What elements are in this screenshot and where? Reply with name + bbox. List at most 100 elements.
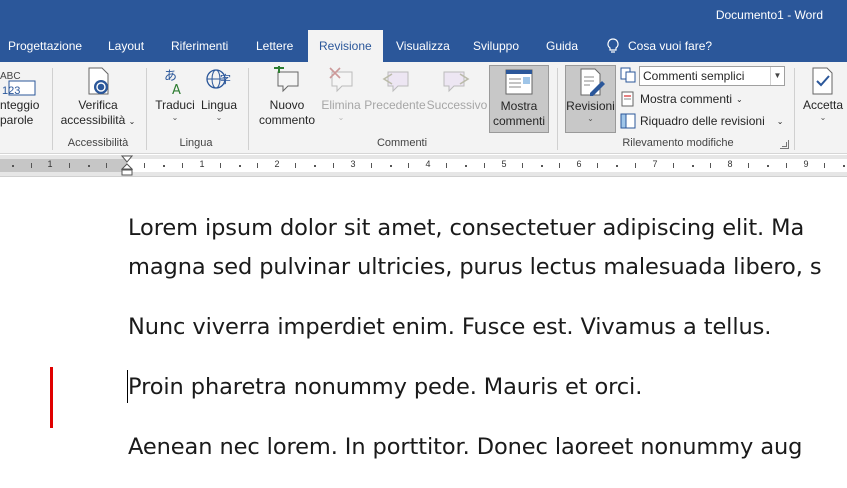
show-markup-button[interactable]: Mostra commenti ⌄ (620, 91, 743, 107)
accept-button[interactable]: Accetta ⌄ (800, 66, 846, 123)
translate-label: Traduci (155, 98, 195, 112)
next-comment-button[interactable]: Successivo (426, 66, 488, 113)
chevron-down-icon: ▼ (770, 67, 784, 85)
paragraph[interactable]: Nunc viverra imperdiet enim. Fusce est. … (128, 308, 771, 346)
ruler-tick (371, 163, 372, 168)
abc-label: ABC (0, 71, 21, 82)
paragraph-line[interactable]: magna sed pulvinar ultricies, purus lect… (128, 248, 822, 286)
ruler-number: 7 (652, 159, 658, 169)
tab-visualizza[interactable]: Visualizza (396, 30, 450, 62)
word-count-button[interactable]: ABC 123 nteggio parole (0, 66, 44, 128)
accessibility-check-icon (88, 67, 109, 95)
ruler-tick (408, 163, 409, 168)
ruler-number: 3 (350, 159, 356, 169)
tab-lettere[interactable]: Lettere (256, 30, 293, 62)
group-label-language: Lingua (179, 137, 213, 149)
tab-layout[interactable]: Layout (108, 30, 144, 62)
ruler-margin (0, 159, 127, 172)
ruler-number: 6 (576, 159, 582, 169)
reviewing-pane-button[interactable]: Riquadro delle revisioni ⌄ (620, 113, 783, 129)
ruler-tick (843, 165, 845, 167)
ruler-tick (314, 165, 316, 167)
show-markup-label: Mostra commenti (640, 92, 733, 106)
tab-revisione[interactable]: Revisione (308, 30, 383, 62)
chevron-down-icon: ⌄ (736, 94, 743, 104)
title-separator: - (787, 8, 792, 22)
chevron-down-icon: ⌄ (215, 113, 223, 122)
ruler-text-area (127, 159, 847, 172)
ruler-tick (484, 163, 485, 168)
new-comment-icon (274, 66, 299, 93)
ruler-tick (522, 163, 523, 168)
ruler-tick (635, 163, 636, 168)
horizontal-ruler[interactable]: 1 1 2 3 4 5 6 7 8 9 (0, 155, 847, 177)
ruler-number: 1 (199, 159, 205, 169)
track-changes-icon (580, 68, 605, 96)
ruler-tick (692, 165, 694, 167)
tab-riferimenti[interactable]: Riferimenti (171, 30, 228, 62)
accessibility-label-2: accessibilità ⌄ (60, 113, 136, 127)
reviewing-pane-icon (620, 113, 636, 129)
ruler-tick (748, 163, 749, 168)
tell-me-label: Cosa vuoi fare? (628, 39, 713, 53)
svg-text:字: 字 (220, 72, 231, 86)
reviewing-pane-label: Riquadro delle revisioni (640, 114, 765, 128)
separator (794, 68, 795, 150)
new-comment-button[interactable]: Nuovo commento (254, 66, 320, 128)
tell-me-search[interactable]: Cosa vuoi fare? (606, 30, 712, 62)
check-accessibility-button[interactable]: Verifica accessibilità ⌄ (58, 66, 138, 129)
accept-change-icon (812, 67, 833, 95)
separator (248, 68, 249, 150)
language-label: Lingua (200, 98, 238, 112)
ruler-tick (767, 165, 769, 167)
app-name: Word (794, 8, 823, 22)
ruler-tick (295, 163, 296, 168)
svg-text:A: A (172, 83, 181, 96)
ruler-number: 1 (47, 159, 53, 169)
separator (146, 68, 147, 150)
ruler-tick (257, 163, 258, 168)
delete-comment-button[interactable]: Elimina ⌄ (318, 66, 364, 123)
group-label-tracking: Rilevamento modifiche (622, 137, 734, 149)
ruler-tick (144, 163, 145, 168)
translate-button[interactable]: あ A Traduci ⌄ (152, 66, 198, 123)
ruler-tick (12, 165, 14, 167)
ruler-tick (163, 165, 165, 167)
ruler-tick (446, 163, 447, 168)
dialog-launcher-icon[interactable] (780, 140, 789, 149)
previous-comment-icon (382, 71, 409, 93)
paragraph[interactable]: Aenean nec lorem. In porttitor. Donec la… (128, 428, 802, 466)
show-comments-label-1: Mostra (500, 99, 538, 113)
separator (557, 68, 558, 150)
ruler-tick (559, 163, 560, 168)
track-changes-button[interactable]: Revisioni ⌄ (565, 65, 616, 133)
markup-select[interactable]: Commenti semplici ▼ (639, 66, 785, 86)
group-label-accessibility: Accessibilità (67, 137, 129, 149)
tab-progettazione[interactable]: Progettazione (8, 30, 82, 62)
tab-guida[interactable]: Guida (546, 30, 578, 62)
previous-comment-label: Precedente (364, 98, 426, 112)
previous-comment-button[interactable]: Precedente (364, 66, 426, 113)
paragraph-line[interactable]: Lorem ipsum dolor sit amet, consectetuer… (128, 209, 804, 247)
window-title: Documento1 - Word (716, 8, 823, 22)
ruler-tick (710, 163, 711, 168)
indent-marker-icon[interactable] (121, 155, 133, 177)
language-button[interactable]: 字 Lingua ⌄ (198, 66, 240, 123)
chevron-down-icon: ⌄ (776, 116, 784, 126)
ruler-tick (88, 165, 90, 167)
ruler-tick (824, 163, 825, 168)
paragraph-changed[interactable]: Proin pharetra nonummy pede. Mauris et o… (128, 368, 642, 406)
tab-sviluppo[interactable]: Sviluppo (473, 30, 519, 62)
chevron-down-icon: ⌄ (819, 113, 827, 122)
document-name: Documento1 (715, 8, 784, 22)
ribbon: ABC 123 nteggio parole Verifica accessib… (0, 62, 847, 154)
ruler-tick (182, 163, 183, 168)
show-comments-button[interactable]: Mostra commenti (489, 65, 549, 133)
ruler-tick (597, 163, 598, 168)
ribbon-tabs: Progettazione Layout Riferimenti Lettere… (0, 30, 847, 62)
ruler-tick (106, 163, 107, 168)
markup-select-value: Commenti semplici (643, 69, 745, 83)
ruler-tick (333, 163, 334, 168)
group-label-comments: Commenti (376, 137, 428, 149)
ruler-tick (673, 163, 674, 168)
